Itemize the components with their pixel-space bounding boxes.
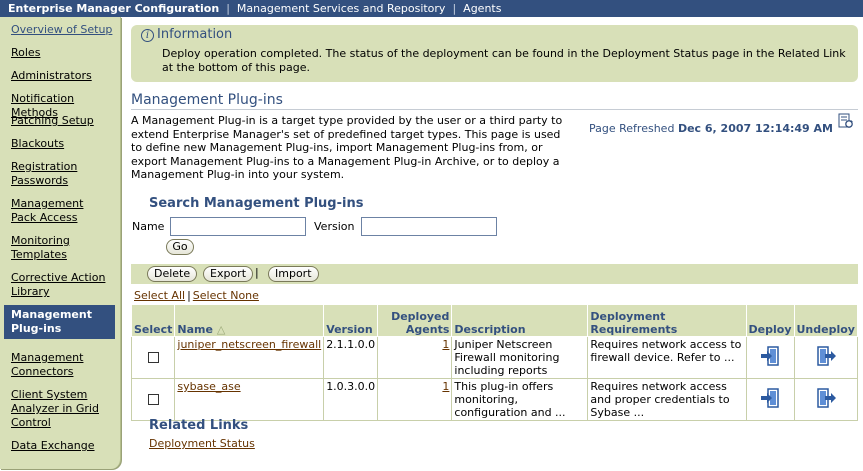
sidebar-item-management-pack-access[interactable]: Management Pack Access xyxy=(11,197,111,225)
topbar-link-management-services[interactable]: Management Services and Repository xyxy=(237,2,446,15)
column-header-version: Version xyxy=(323,304,379,337)
version-cell: 2.1.1.0.0 xyxy=(323,336,379,379)
refresh-icon[interactable] xyxy=(838,113,853,129)
sidebar-item-client-system-analyzer[interactable]: Client System Analyzer in Grid Control xyxy=(11,388,106,430)
requirements-cell: Requires network access and proper crede… xyxy=(587,378,747,421)
title-divider xyxy=(131,109,858,110)
version-label: Version xyxy=(314,220,355,233)
deploy-cell xyxy=(745,336,795,379)
sidebar-item-overview-of-setup[interactable]: Overview of Setup xyxy=(11,23,115,37)
app-title: Enterprise Manager Configuration xyxy=(8,2,220,15)
undeploy-cell xyxy=(793,378,858,421)
page-refreshed-time: Dec 6, 2007 12:14:49 AM xyxy=(677,122,833,135)
deploy-icon[interactable] xyxy=(760,345,780,367)
sidebar-item-management-connectors[interactable]: Management Connectors xyxy=(11,351,91,379)
deploy-cell xyxy=(745,378,795,421)
column-header-select: Select xyxy=(130,304,176,337)
page-refreshed-label: Page Refreshed xyxy=(589,122,675,135)
topbar-separator: | xyxy=(226,2,230,15)
sidebar-item-corrective-action-library[interactable]: Corrective Action Library xyxy=(11,271,111,299)
deploy-icon[interactable] xyxy=(760,387,780,409)
sidebar-item-blackouts[interactable]: Blackouts xyxy=(11,137,115,151)
table-row: sybase_ase 1.0.3.0.0 1 This plug-in offe… xyxy=(130,378,858,421)
sidebar-item-registration-passwords[interactable]: Registration Passwords xyxy=(11,160,91,188)
selection-divider: | xyxy=(187,289,191,302)
deployed-agents-link[interactable]: 1 xyxy=(442,338,449,351)
import-button[interactable]: Import xyxy=(268,266,319,282)
select-all-link[interactable]: Select All xyxy=(134,289,185,302)
select-cell xyxy=(130,336,176,379)
sidebar-item-patching-setup[interactable]: Patching Setup xyxy=(11,114,115,128)
sidebar-item-roles[interactable]: Roles xyxy=(11,46,115,60)
information-message: Deploy operation completed. The status o… xyxy=(162,47,846,74)
row-select-checkbox[interactable] xyxy=(147,393,159,405)
description-cell: This plug-in offers monitoring, configur… xyxy=(451,378,589,421)
sort-ascending-icon: △ xyxy=(216,323,226,336)
version-search-input[interactable] xyxy=(361,217,497,236)
undeploy-icon[interactable] xyxy=(816,387,836,409)
deployed-agents-link[interactable]: 1 xyxy=(442,380,449,393)
version-cell: 1.0.3.0.0 xyxy=(323,378,379,421)
requirements-cell: Requires network access to firewall devi… xyxy=(587,336,747,379)
name-cell: sybase_ase xyxy=(174,378,325,421)
related-links-title: Related Links xyxy=(149,418,249,433)
sidebar-item-management-plug-ins[interactable]: Management Plug-ins xyxy=(4,305,115,339)
topbar-link-agents[interactable]: Agents xyxy=(463,2,501,15)
page-refreshed-status: Page Refreshed Dec 6, 2007 12:14:49 AM xyxy=(589,122,833,135)
deployed-agents-cell: 1 xyxy=(377,378,453,421)
plug-ins-table: Select Name △ Version Deployed Agents De… xyxy=(130,304,858,421)
column-header-undeploy: Undeploy xyxy=(793,304,858,337)
column-header-deploy: Deploy xyxy=(745,304,795,337)
name-cell: juniper_netscreen_firewall xyxy=(174,336,325,379)
information-heading: i Information xyxy=(141,27,232,42)
search-section-title: Search Management Plug-ins xyxy=(149,196,364,211)
name-search-input[interactable] xyxy=(170,217,306,236)
page-title: Management Plug-ins xyxy=(131,92,283,108)
plug-in-name-link[interactable]: sybase_ase xyxy=(177,380,240,393)
table-row: juniper_netscreen_firewall 2.1.1.0.0 1 J… xyxy=(130,336,858,379)
table-header-row: Select Name △ Version Deployed Agents De… xyxy=(130,304,858,337)
column-header-deployment-requirements: Deployment Requirements xyxy=(587,304,747,337)
column-header-name[interactable]: Name △ xyxy=(174,304,325,337)
sidebar: Overview of Setup Roles Administrators N… xyxy=(0,17,121,469)
select-cell xyxy=(130,378,176,421)
go-button[interactable]: Go xyxy=(166,239,194,255)
sidebar-item-administrators[interactable]: Administrators xyxy=(11,69,115,83)
information-heading-text: Information xyxy=(157,27,233,42)
info-icon: i xyxy=(141,29,154,42)
export-button[interactable]: Export xyxy=(203,266,254,282)
name-label: Name xyxy=(132,220,165,233)
toolbar-separator: | xyxy=(255,266,259,279)
information-message-box: i Information Deploy operation completed.… xyxy=(131,25,858,82)
row-select-checkbox[interactable] xyxy=(147,351,159,363)
page-description: A Management Plug-in is a target type pr… xyxy=(131,114,563,181)
deployed-agents-cell: 1 xyxy=(377,336,453,379)
plug-in-name-link[interactable]: juniper_netscreen_firewall xyxy=(177,338,321,351)
description-cell: Juniper Netscreen Firewall monitoring in… xyxy=(451,336,589,379)
sidebar-item-data-exchange[interactable]: Data Exchange xyxy=(11,439,115,453)
column-header-description: Description xyxy=(451,304,589,337)
sidebar-item-monitoring-templates[interactable]: Monitoring Templates xyxy=(11,234,81,262)
column-header-name-label: Name xyxy=(177,323,213,336)
topbar-separator: | xyxy=(452,2,457,15)
top-navigation-bar: Enterprise Manager Configuration | Managem… xyxy=(0,0,863,17)
delete-button[interactable]: Delete xyxy=(147,266,198,282)
select-none-link[interactable]: Select None xyxy=(193,289,259,302)
undeploy-cell xyxy=(793,336,858,379)
deployment-status-link[interactable]: Deployment Status xyxy=(149,437,255,450)
column-header-deployed-agents: Deployed Agents xyxy=(377,304,453,337)
undeploy-icon[interactable] xyxy=(816,345,836,367)
selection-links: Select All | Select None xyxy=(134,289,259,302)
